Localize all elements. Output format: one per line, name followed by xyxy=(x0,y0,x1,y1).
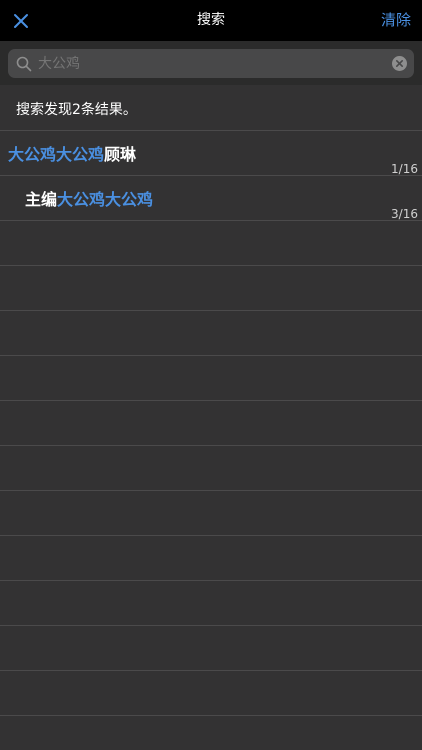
result-summary-text: 搜索发现2条结果。 xyxy=(16,102,137,118)
result-title-highlight: 大公鸡大公鸡 xyxy=(57,190,154,209)
result-title-suffix: 顾琳 xyxy=(104,145,137,164)
result-title-prefix: 主编 xyxy=(25,190,58,209)
empty-row xyxy=(0,671,422,716)
clear-input-icon[interactable] xyxy=(392,56,407,71)
result-page: 1/16 xyxy=(391,162,418,176)
result-page: 3/16 xyxy=(391,207,418,221)
empty-row xyxy=(0,356,422,401)
empty-row xyxy=(0,266,422,311)
result-title: 大公鸡大公鸡顾琳 xyxy=(8,141,136,165)
search-box[interactable] xyxy=(8,49,414,78)
result-row[interactable]: 主编大公鸡大公鸡 3/16 xyxy=(0,176,422,221)
empty-row xyxy=(0,491,422,536)
result-title-highlight: 大公鸡大公鸡 xyxy=(8,145,105,164)
clear-button[interactable]: 清除 xyxy=(381,0,411,41)
empty-row xyxy=(0,581,422,626)
empty-row xyxy=(0,626,422,671)
search-icon xyxy=(16,56,32,72)
empty-row xyxy=(0,221,422,266)
result-list: 大公鸡大公鸡顾琳 1/16 主编大公鸡大公鸡 3/16 xyxy=(0,131,422,716)
empty-row xyxy=(0,311,422,356)
search-bar xyxy=(0,41,422,85)
page-title: 搜索 xyxy=(197,12,225,28)
empty-row xyxy=(0,536,422,581)
empty-row xyxy=(0,446,422,491)
navbar: 搜索 清除 xyxy=(0,0,422,41)
result-row[interactable]: 大公鸡大公鸡顾琳 1/16 xyxy=(0,131,422,176)
result-summary: 搜索发现2条结果。 xyxy=(0,85,422,131)
result-title: 主编大公鸡大公鸡 xyxy=(25,186,153,210)
search-input[interactable] xyxy=(38,49,386,78)
empty-row xyxy=(0,401,422,446)
